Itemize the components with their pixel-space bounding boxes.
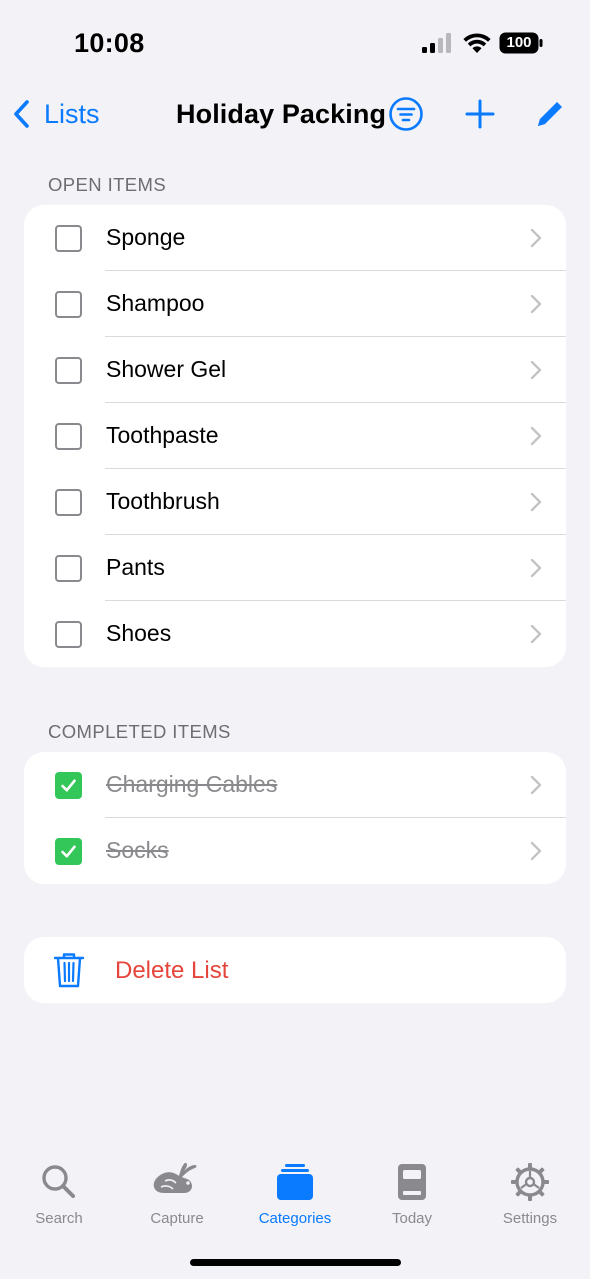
tab-settings-label: Settings [502,1210,558,1227]
chevron-right-icon [530,624,542,644]
completed-items-header: COMPLETED ITEMS [48,721,231,742]
tab-today-label: Today [391,1210,433,1227]
back-button-label: Lists [44,98,100,129]
battery-level: 100 [506,34,532,51]
list-item[interactable]: Shoes [24,601,566,667]
chevron-right-icon [530,426,542,446]
list-item[interactable]: Toothbrush [24,469,566,535]
tab-today[interactable]: Today [357,1162,467,1242]
chevron-right-icon [530,228,542,248]
chevron-right-icon [530,558,542,578]
checkbox-checked[interactable] [55,838,82,865]
screen: 10:08 100 Lists Holiday Packing OPEN ITE… [0,0,590,1279]
checkbox[interactable] [55,489,82,516]
tab-capture-label: Capture [150,1210,204,1227]
chevron-right-icon [530,360,542,380]
list-item-label: Shampoo [106,290,205,316]
wifi-icon [463,33,491,53]
chevron-right-icon [530,492,542,512]
pencil-icon[interactable] [532,96,568,132]
list-item-label: Toothbrush [106,488,220,514]
tab-categories[interactable]: Categories [240,1162,350,1242]
tab-categories-label: Categories [258,1210,332,1227]
chevron-right-icon [530,775,542,795]
checkbox[interactable] [55,291,82,318]
checkbox[interactable] [55,621,82,648]
magnifier-icon [42,1165,75,1198]
trash-icon [53,953,85,988]
back-button[interactable]: Lists [12,96,100,132]
battery-icon: 100 [499,32,543,54]
home-indicator [190,1259,401,1266]
navigation-bar: Lists Holiday Packing [0,88,590,142]
chevron-right-icon [530,294,542,314]
rabbit-icon [153,1162,197,1193]
tab-search-label: Search [35,1210,83,1227]
open-items-header: OPEN ITEMS [48,174,167,195]
list-item[interactable]: Shampoo [24,271,566,337]
checkbox-checked[interactable] [55,772,82,799]
page-title: Holiday Packing [176,99,387,129]
status-time: 10:08 [74,28,145,58]
list-item[interactable]: Charging Cables [24,752,566,818]
book-icon [398,1164,426,1200]
checkbox[interactable] [55,555,82,582]
stack-icon [277,1164,313,1200]
completed-items-list: Charging Cables Socks [24,752,566,884]
chevron-right-icon [530,841,542,861]
delete-list-label: Delete List [115,957,229,984]
list-item[interactable]: Pants [24,535,566,601]
list-item[interactable]: Socks [24,818,566,884]
chevron-left-icon [14,100,29,128]
list-item-label: Shoes [106,620,172,646]
cellular-signal-icon [422,33,451,53]
list-item-label: Shower Gel [106,356,227,382]
list-item[interactable]: Toothpaste [24,403,566,469]
list-item-label: Toothpaste [106,422,219,448]
filter-icon[interactable] [388,96,424,132]
list-item[interactable]: Sponge [24,205,566,271]
tab-search[interactable]: Search [4,1162,114,1242]
plus-icon[interactable] [462,96,498,132]
list-item-label: Pants [106,554,165,580]
tab-settings[interactable]: Settings [475,1162,585,1242]
tab-capture[interactable]: Capture [122,1162,232,1242]
checkmark-icon [61,845,76,858]
delete-list-button[interactable]: Delete List [24,937,566,1003]
list-item-label: Socks [106,837,169,863]
checkmark-icon [61,779,76,792]
status-bar: 10:08 100 [0,0,590,88]
checkbox[interactable] [55,357,82,384]
list-item-label: Sponge [106,224,186,250]
gear-icon [511,1163,549,1201]
list-item[interactable]: Shower Gel [24,337,566,403]
checkbox[interactable] [55,423,82,450]
list-item-label: Charging Cables [106,771,278,797]
checkbox[interactable] [55,225,82,252]
open-items-list: Sponge Shampoo Shower Gel Toothpaste Toothbr… [24,205,566,667]
